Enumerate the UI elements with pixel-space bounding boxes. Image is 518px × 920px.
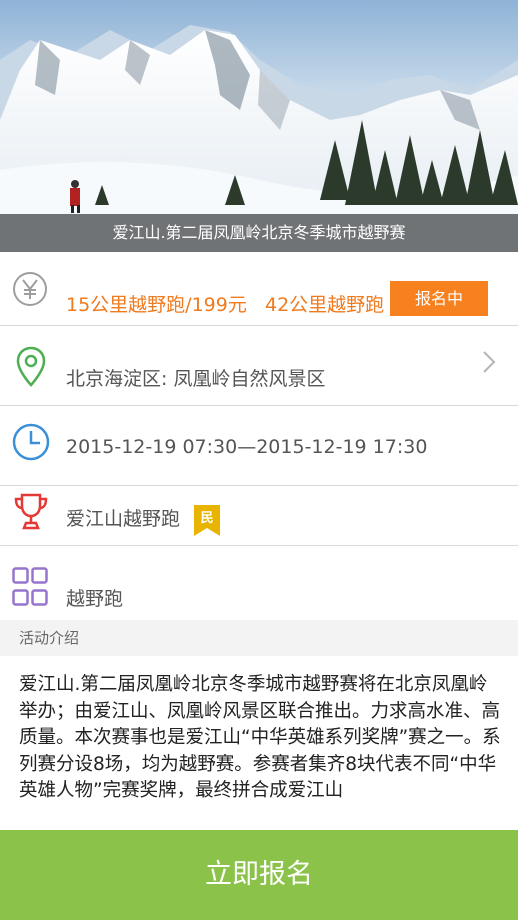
event-title: 爱江山.第二届凤凰岭北京冬季城市越野赛 <box>0 214 518 252</box>
organizer-name: 爱江山越野跑 <box>66 508 181 530</box>
yen-icon <box>12 271 48 311</box>
grid-icon <box>12 567 48 611</box>
price-option-1[interactable]: 15公里越野跑/199元 <box>66 290 247 317</box>
time-row: 2015-12-19 07:30—2015-12-19 17:30 <box>0 406 518 486</box>
verified-badge-label: 民 <box>200 511 214 526</box>
location-text: 北京海淀区: 凤凰岭自然风景区 <box>66 368 326 390</box>
category-row: 越野跑 <box>0 546 518 620</box>
time-text: 2015-12-19 07:30—2015-12-19 17:30 <box>66 436 428 458</box>
hero-image <box>0 0 518 214</box>
verified-badge: 民 <box>194 505 220 536</box>
clock-icon <box>12 423 50 465</box>
register-now-button[interactable]: 立即报名 <box>0 830 518 920</box>
location-row[interactable]: 北京海淀区: 凤凰岭自然风景区 <box>0 326 518 406</box>
registration-status-button[interactable]: 报名中 <box>390 281 488 316</box>
map-pin-icon <box>16 346 46 392</box>
intro-header: 活动介绍 <box>0 620 518 656</box>
chevron-right-icon <box>482 350 496 378</box>
price-option-2[interactable]: 42公里越野跑 <box>265 290 384 317</box>
organizer-row[interactable]: 爱江山越野跑 <box>0 486 518 546</box>
category-text: 越野跑 <box>66 588 124 610</box>
trophy-icon <box>12 492 50 536</box>
intro-body: 爱江山.第二届凤凰岭北京冬季城市越野赛将在北京凤凰岭举办；由爱江山、凤凰岭风景区… <box>19 674 501 801</box>
hero-banner: 爱江山.第二届凤凰岭北京冬季城市越野赛 <box>0 0 518 252</box>
